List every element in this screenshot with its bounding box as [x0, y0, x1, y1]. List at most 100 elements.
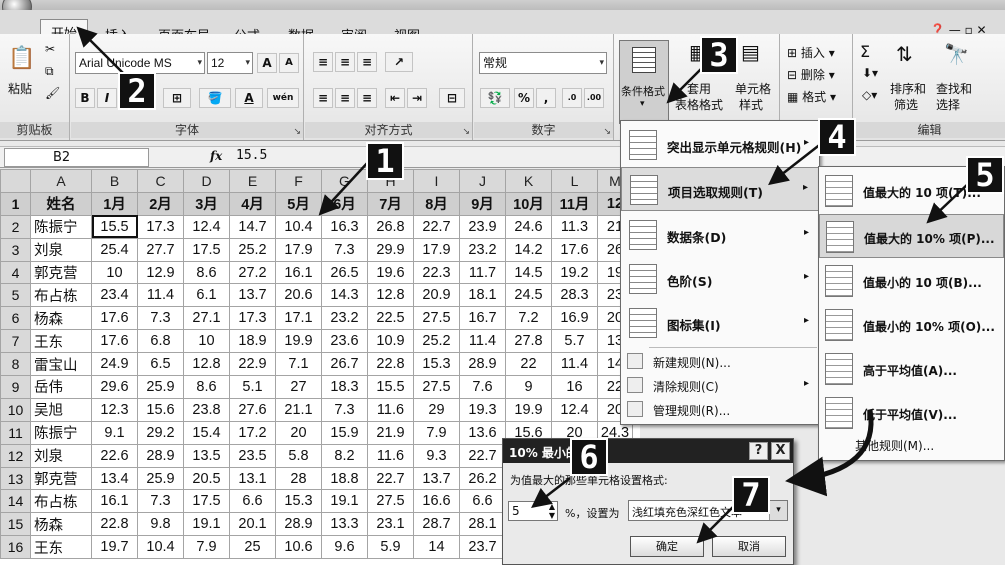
name-cell[interactable]: 布占栋	[30, 489, 92, 514]
cut-icon[interactable]: ✂	[45, 42, 55, 56]
copy-icon[interactable]: ⧉	[45, 64, 54, 79]
italic-button[interactable]: I	[97, 88, 117, 108]
border-button[interactable]: ⊞	[163, 88, 191, 108]
value-cell[interactable]: 6.1	[183, 283, 230, 308]
value-cell[interactable]: 16.1	[275, 260, 322, 285]
name-cell[interactable]: 岳伟	[30, 375, 92, 399]
find-select-line1[interactable]: 查找和	[936, 80, 972, 97]
name-cell[interactable]: 郭克营	[30, 466, 92, 491]
value-cell[interactable]: 18.1	[459, 283, 506, 308]
row-header[interactable]: 8	[0, 352, 31, 377]
value-cell[interactable]: 13.5	[183, 443, 230, 468]
value-cell[interactable]: 13.3	[321, 512, 368, 537]
menu-item-icon-sets[interactable]: 图标集(I) ▸	[621, 301, 819, 345]
number-launcher-icon[interactable]: ↘	[603, 127, 611, 137]
value-cell[interactable]: 17.5	[183, 237, 230, 262]
value-cell[interactable]: 22	[505, 352, 552, 377]
value-cell[interactable]: 18.8	[321, 466, 368, 491]
value-cell[interactable]: 27.5	[413, 306, 460, 331]
header-cell[interactable]: 7月	[367, 191, 414, 216]
value-cell[interactable]: 7.9	[413, 420, 460, 445]
value-cell[interactable]: 28.9	[459, 352, 506, 377]
font-launcher-icon[interactable]: ↘	[293, 127, 301, 137]
value-cell[interactable]: 17.6	[91, 306, 138, 331]
value-cell[interactable]: 12.3	[91, 397, 138, 422]
value-cell[interactable]: 21.9	[367, 420, 414, 445]
value-cell[interactable]: 28	[275, 466, 322, 491]
name-cell[interactable]: 雷宝山	[30, 352, 92, 377]
value-cell[interactable]: 10.6	[275, 535, 322, 560]
value-cell[interactable]: 8.6	[183, 260, 230, 285]
column-header[interactable]: L	[551, 169, 598, 193]
cell-style-icon[interactable]: ▤	[741, 40, 760, 64]
value-cell[interactable]: 17.3	[137, 214, 184, 239]
value-cell[interactable]: 26.5	[321, 260, 368, 285]
row-header[interactable]: 11	[0, 420, 31, 445]
increase-decimal-icon[interactable]: .0	[562, 88, 582, 108]
row-header[interactable]: 5	[0, 283, 31, 308]
value-cell[interactable]: 27.6	[229, 397, 276, 422]
chevron-down-icon[interactable]: ▾	[769, 501, 787, 520]
column-header[interactable]: J	[459, 169, 506, 193]
header-cell[interactable]: 3月	[183, 191, 230, 216]
value-cell[interactable]: 22.7	[367, 466, 414, 491]
value-cell[interactable]: 16.6	[413, 489, 460, 514]
value-cell[interactable]: 16.7	[459, 306, 506, 331]
row-header[interactable]: 4	[0, 260, 31, 285]
value-cell[interactable]: 20.9	[413, 283, 460, 308]
menu-item-clear-rules[interactable]: 清除规则(C) ▸	[621, 373, 819, 397]
row-header[interactable]: 2	[0, 214, 31, 239]
paste-icon[interactable]: 📋	[8, 46, 35, 71]
value-cell[interactable]: 14.3	[321, 283, 368, 308]
value-cell[interactable]: 7.1	[275, 352, 322, 377]
header-cell[interactable]: 10月	[505, 191, 552, 216]
value-cell[interactable]: 29	[413, 397, 460, 422]
value-cell[interactable]: 20	[275, 420, 322, 445]
cell-style-line2[interactable]: 样式	[739, 96, 763, 113]
header-cell[interactable]: 8月	[413, 191, 460, 216]
value-cell[interactable]: 25.4	[91, 237, 138, 262]
value-cell[interactable]: 14.2	[505, 237, 552, 262]
value-cell[interactable]: 7.3	[137, 306, 184, 331]
align-middle-icon[interactable]: ≡	[335, 52, 355, 72]
row-header[interactable]: 15	[0, 512, 31, 537]
value-cell[interactable]: 19.6	[367, 260, 414, 285]
bold-button[interactable]: B	[75, 88, 95, 108]
value-cell[interactable]: 11.4	[459, 329, 506, 354]
submenu-above-average[interactable]: 高于平均值(A)...	[819, 347, 1004, 391]
value-cell[interactable]: 10.4	[275, 214, 322, 239]
value-cell[interactable]: 12.8	[367, 283, 414, 308]
value-cell[interactable]: 15.6	[137, 397, 184, 422]
value-cell[interactable]: 29.2	[137, 420, 184, 445]
column-header[interactable]: I	[413, 169, 460, 193]
grow-font-button[interactable]: A	[257, 53, 277, 73]
value-cell[interactable]: 23.7	[459, 535, 506, 560]
value-cell[interactable]: 9	[505, 375, 552, 399]
value-cell[interactable]: 25.2	[413, 329, 460, 354]
row-header[interactable]: 6	[0, 306, 31, 331]
row-header[interactable]: 14	[0, 489, 31, 514]
value-cell[interactable]: 27.5	[367, 489, 414, 514]
value-cell[interactable]: 27	[275, 375, 322, 399]
value-cell[interactable]: 13.1	[229, 466, 276, 491]
value-cell[interactable]: 6.5	[137, 352, 184, 377]
column-header[interactable]: E	[229, 169, 276, 193]
value-cell[interactable]: 16	[551, 375, 598, 399]
value-cell[interactable]: 17.6	[551, 237, 598, 262]
value-cell[interactable]: 20.6	[275, 283, 322, 308]
name-cell[interactable]: 陈振宁	[30, 420, 92, 445]
cell-style-line1[interactable]: 单元格	[735, 80, 771, 97]
currency-icon[interactable]: 💱	[480, 88, 510, 108]
value-cell[interactable]: 12.4	[183, 214, 230, 239]
name-cell[interactable]: 王东	[30, 535, 92, 560]
binoculars-icon[interactable]: 🔭	[944, 42, 969, 66]
column-header[interactable]: G	[321, 169, 368, 193]
value-cell[interactable]: 16.3	[321, 214, 368, 239]
phonetic-button[interactable]: wén	[267, 88, 299, 108]
menu-item-highlight-rules[interactable]: 突出显示单元格规则(H) ▸	[621, 123, 819, 167]
menu-item-data-bars[interactable]: 数据条(D) ▸	[621, 213, 819, 257]
select-all-corner[interactable]	[0, 169, 31, 193]
value-cell[interactable]: 14.5	[505, 260, 552, 285]
align-right-icon[interactable]: ≡	[357, 88, 377, 108]
value-cell[interactable]: 23.9	[459, 214, 506, 239]
